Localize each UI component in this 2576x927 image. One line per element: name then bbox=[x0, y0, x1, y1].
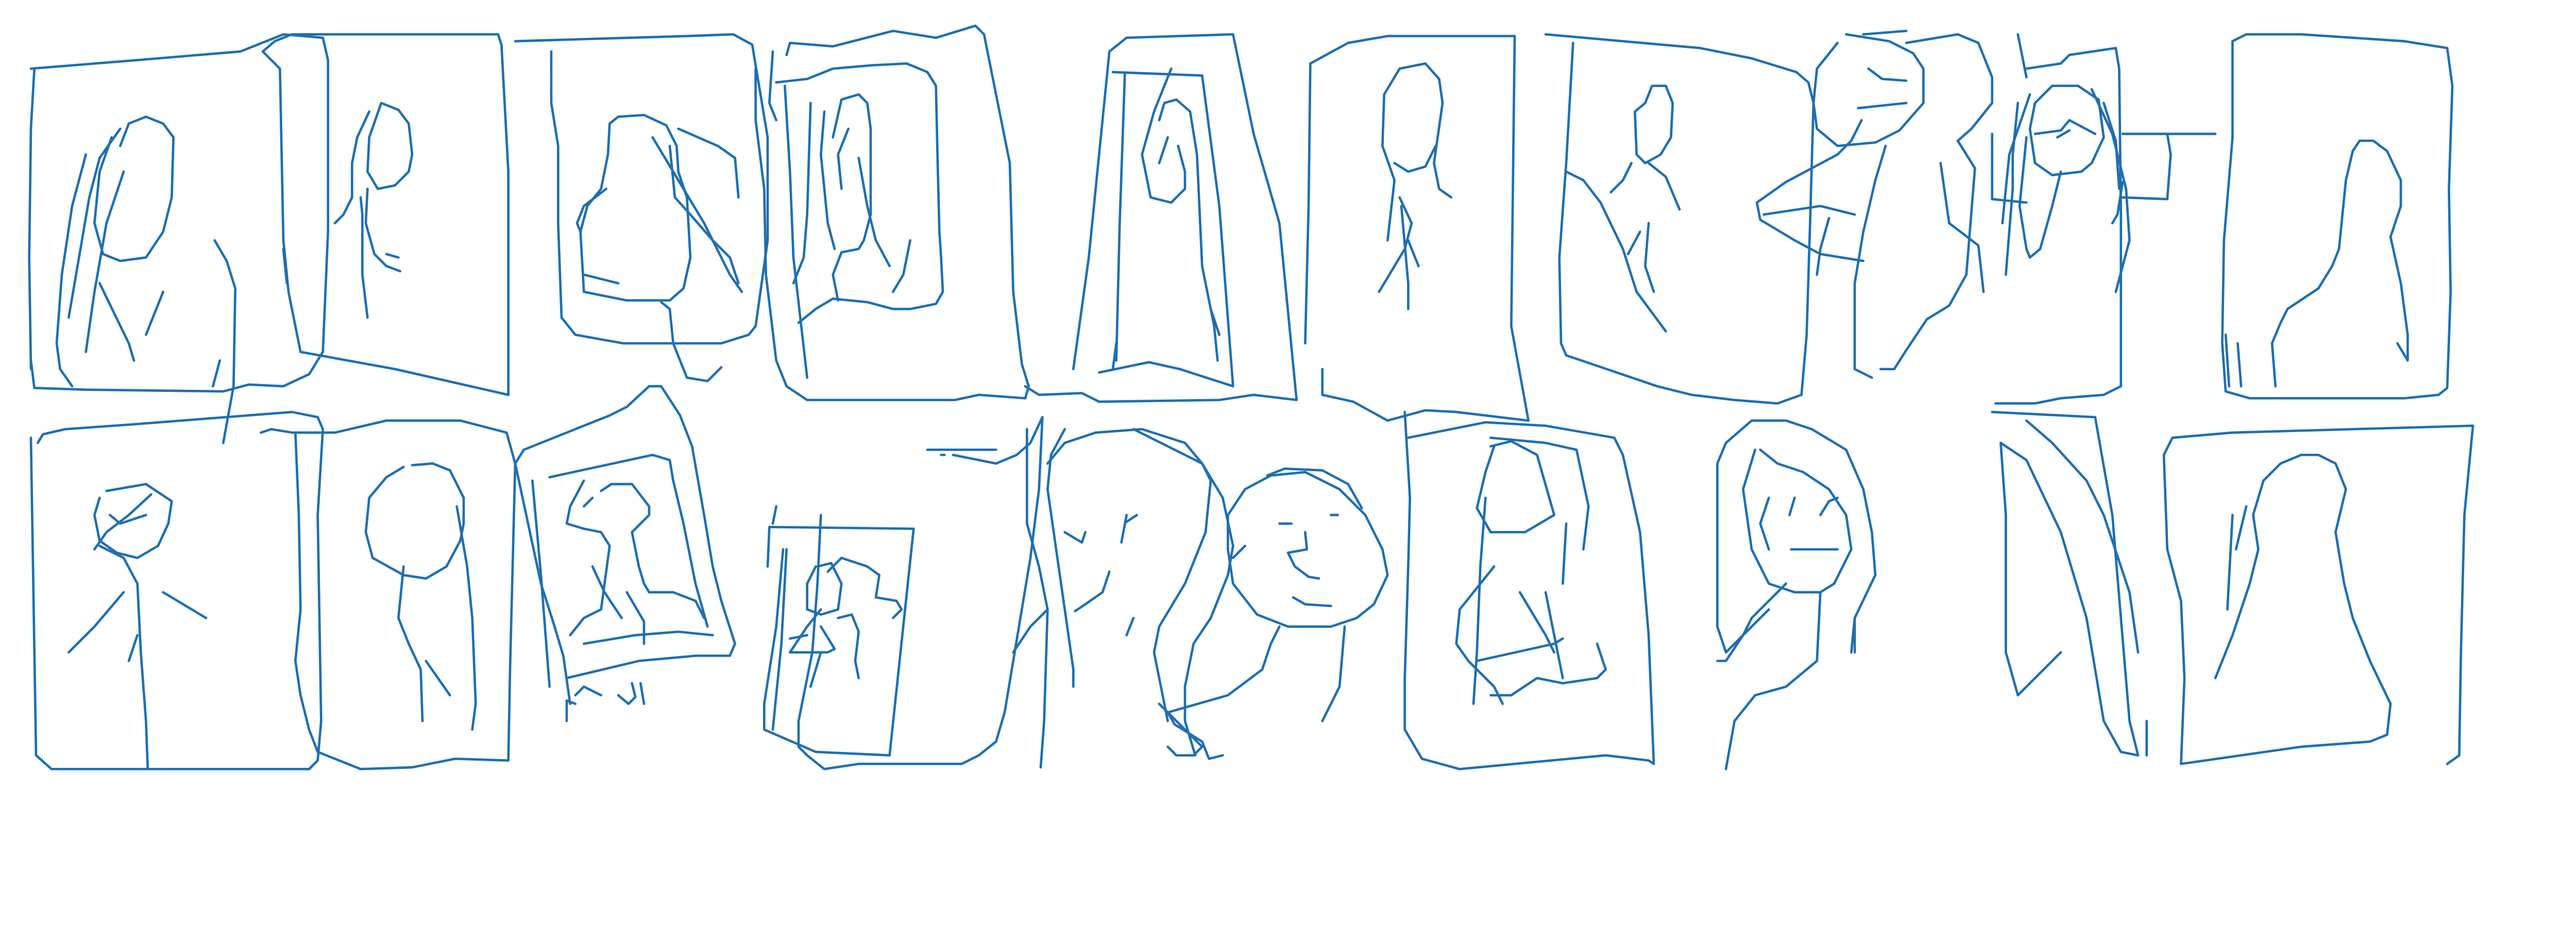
sketch-9 bbox=[1991, 33, 2217, 405]
sketch-19 bbox=[1716, 419, 1877, 770]
sketch-14 bbox=[763, 505, 915, 757]
sketch-11 bbox=[29, 410, 325, 770]
sketch-20 bbox=[1991, 410, 2475, 765]
sketch-3 bbox=[514, 33, 769, 383]
sketch-16 bbox=[1012, 428, 1234, 769]
sketch-10 bbox=[2221, 33, 2454, 400]
sketch-grid bbox=[28, 24, 2475, 770]
sketch-8 bbox=[1755, 29, 1994, 379]
sketch-4 bbox=[754, 24, 1030, 402]
sketch-18 bbox=[1403, 410, 1655, 770]
sketch-12 bbox=[260, 419, 517, 770]
sketch-5 bbox=[1024, 33, 1298, 403]
sketch-7 bbox=[1544, 33, 1815, 405]
sketch-15 bbox=[797, 416, 1044, 770]
sketch-17 bbox=[1158, 467, 1389, 760]
sketch-6 bbox=[1304, 35, 1530, 422]
sketch-2 bbox=[261, 33, 510, 397]
sketch-13 bbox=[514, 385, 736, 723]
